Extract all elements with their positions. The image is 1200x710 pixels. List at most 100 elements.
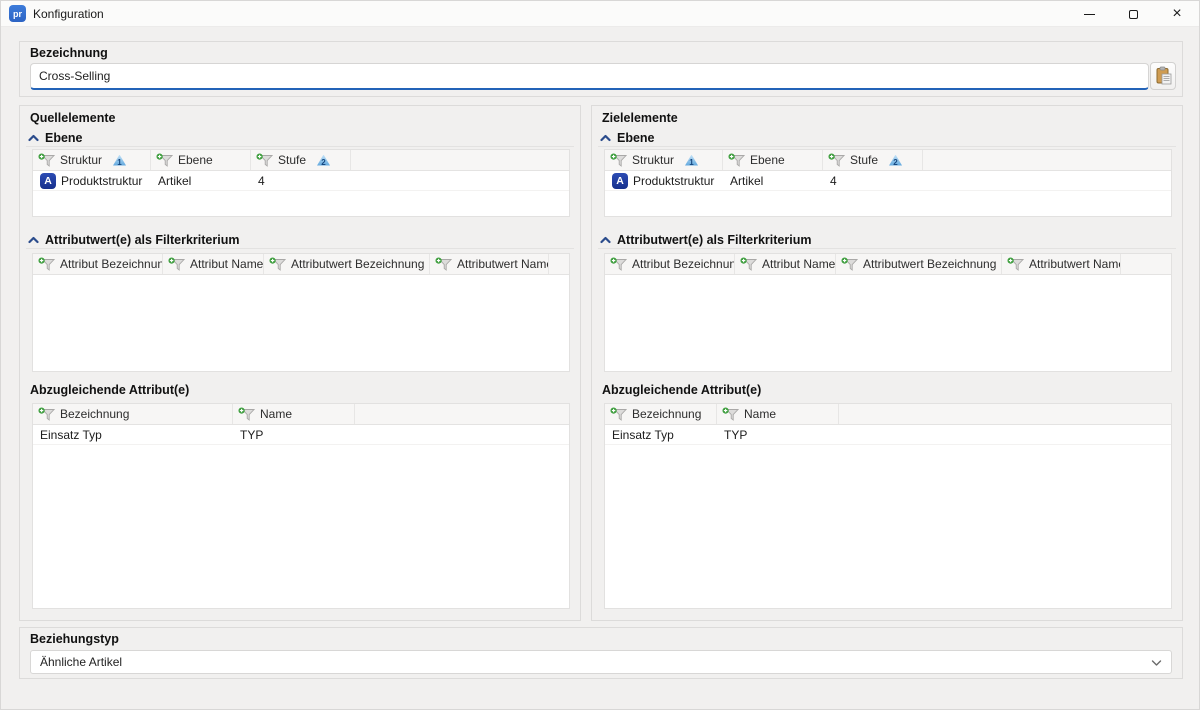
column-header-attributwert-bezeichnung[interactable]: Attributwert Bezeichnung — [836, 254, 1002, 274]
column-header-attribut-bezeichnung[interactable]: Attribut Bezeichnung — [33, 254, 163, 274]
column-header-struktur[interactable]: Struktur 1 — [33, 150, 151, 170]
filter-icon[interactable] — [435, 257, 452, 271]
filter-icon[interactable] — [38, 257, 55, 271]
column-header-struktur[interactable]: Struktur 1 — [605, 150, 723, 170]
column-header-bezeichnung[interactable]: Bezeichnung — [33, 404, 233, 424]
column-header-filler — [1121, 254, 1171, 274]
column-header-attribut-name[interactable]: Attribut Name — [163, 254, 264, 274]
ebene-section-header[interactable]: Ebene — [26, 129, 574, 147]
attributes-table-header: Bezeichnung Name — [605, 404, 1171, 425]
filter-icon[interactable] — [256, 153, 273, 167]
clipboard-paste-icon — [1154, 66, 1173, 86]
filter-table-header: Attribut Bezeichnung Attribut Name Attri… — [33, 254, 569, 275]
column-header-stufe[interactable]: Stufe 2 — [251, 150, 351, 170]
column-label: Stufe — [850, 153, 878, 167]
article-type-icon: A — [612, 173, 628, 189]
abzugleichende-attribute-table: Bezeichnung Name Einsatz Typ TYP — [32, 403, 570, 609]
sort-order-icon: 1 — [685, 155, 698, 166]
column-header-attribut-name[interactable]: Attribut Name — [735, 254, 836, 274]
table-row[interactable]: AProduktstruktur Artikel 4 — [33, 171, 569, 191]
beziehungstyp-label: Beziehungstyp — [30, 632, 119, 646]
filter-icon[interactable] — [38, 153, 55, 167]
cell-name: TYP — [240, 428, 263, 442]
column-label: Ebene — [750, 153, 785, 167]
filter-icon[interactable] — [610, 257, 627, 271]
attributes-table-header: Bezeichnung Name — [33, 404, 569, 425]
window-title: Konfiguration — [33, 7, 104, 21]
close-button[interactable]: × — [1155, 1, 1199, 27]
attributes-section-label: Abzugleichende Attribut(e) — [30, 383, 189, 397]
ebene-table-header: Struktur 1 Ebene Stufe 2 — [605, 150, 1171, 171]
window-controls: × — [1067, 1, 1199, 27]
cell-ebene: Artikel — [158, 174, 191, 188]
column-label: Struktur — [60, 153, 102, 167]
filter-section-label: Attributwert(e) als Filterkriterium — [45, 233, 239, 247]
quellelemente-title: Quellelemente — [30, 111, 115, 125]
close-icon: × — [1172, 6, 1181, 22]
column-header-filler — [355, 404, 569, 424]
column-header-attributwert-name[interactable]: Attributwert Name — [1002, 254, 1121, 274]
table-row[interactable]: Einsatz Typ TYP — [33, 425, 569, 445]
konfiguration-window: pr Konfiguration × Bezeichnung Quellelem… — [0, 0, 1200, 710]
beziehungstyp-dropdown[interactable]: Ähnliche Artikel — [30, 650, 1172, 674]
filter-icon[interactable] — [610, 153, 627, 167]
cell-stufe: 4 — [258, 174, 265, 188]
column-header-bezeichnung[interactable]: Bezeichnung — [605, 404, 717, 424]
column-header-attributwert-bezeichnung[interactable]: Attributwert Bezeichnung — [264, 254, 430, 274]
column-label: Name — [260, 407, 292, 421]
filter-icon[interactable] — [38, 407, 55, 421]
filter-icon[interactable] — [238, 407, 255, 421]
column-label: Bezeichnung — [60, 407, 129, 421]
maximize-button[interactable] — [1111, 1, 1155, 27]
chevron-up-icon — [28, 236, 39, 244]
filter-icon[interactable] — [841, 257, 858, 271]
column-header-filler — [839, 404, 1171, 424]
column-label: Attributwert Bezeichnung — [863, 257, 996, 271]
article-type-icon: A — [40, 173, 56, 189]
filter-icon[interactable] — [610, 407, 627, 421]
filter-icon[interactable] — [728, 153, 745, 167]
table-row[interactable]: AProduktstruktur Artikel 4 — [605, 171, 1171, 191]
filter-section-header[interactable]: Attributwert(e) als Filterkriterium — [26, 231, 574, 249]
cell-stufe: 4 — [830, 174, 837, 188]
bezeichnung-input[interactable] — [30, 63, 1149, 90]
paste-button[interactable] — [1150, 62, 1176, 90]
beziehungstyp-selected-value: Ähnliche Artikel — [40, 655, 122, 669]
column-header-attributwert-name[interactable]: Attributwert Name — [430, 254, 549, 274]
column-label: Name — [744, 407, 776, 421]
minimize-icon — [1084, 14, 1095, 15]
table-row[interactable]: Einsatz Typ TYP — [605, 425, 1171, 445]
filter-icon[interactable] — [1007, 257, 1024, 271]
filter-icon[interactable] — [722, 407, 739, 421]
column-label: Attributwert Name — [1029, 257, 1121, 271]
column-header-ebene[interactable]: Ebene — [723, 150, 823, 170]
filter-section-header[interactable]: Attributwert(e) als Filterkriterium — [598, 231, 1176, 249]
column-label: Ebene — [178, 153, 213, 167]
minimize-button[interactable] — [1067, 1, 1111, 27]
filter-icon[interactable] — [828, 153, 845, 167]
attributes-section-label: Abzugleichende Attribut(e) — [602, 383, 761, 397]
ebene-section-header[interactable]: Ebene — [598, 129, 1176, 147]
column-header-name[interactable]: Name — [717, 404, 839, 424]
bezeichnung-groupbox: Bezeichnung — [19, 41, 1183, 97]
filter-table-header: Attribut Bezeichnung Attribut Name Attri… — [605, 254, 1171, 275]
column-header-name[interactable]: Name — [233, 404, 355, 424]
ebene-table-header: Struktur 1 Ebene Stufe 2 — [33, 150, 569, 171]
cell-struktur: Produktstruktur — [633, 174, 714, 188]
filter-icon[interactable] — [740, 257, 757, 271]
column-label: Attributwert Bezeichnung — [291, 257, 424, 271]
zielelemente-title: Zielelemente — [602, 111, 678, 125]
column-header-filler — [923, 150, 1171, 170]
filter-icon[interactable] — [269, 257, 286, 271]
filter-icon[interactable] — [168, 257, 185, 271]
column-header-ebene[interactable]: Ebene — [151, 150, 251, 170]
bezeichnung-label: Bezeichnung — [30, 46, 108, 60]
column-label: Attribut Name — [190, 257, 263, 271]
column-header-filler — [351, 150, 569, 170]
abzugleichende-attribute-table: Bezeichnung Name Einsatz Typ TYP — [604, 403, 1172, 609]
sort-order-icon: 2 — [889, 155, 902, 166]
cell-bezeichnung: Einsatz Typ — [612, 428, 674, 442]
filter-icon[interactable] — [156, 153, 173, 167]
column-header-attribut-bezeichnung[interactable]: Attribut Bezeichnung — [605, 254, 735, 274]
column-header-stufe[interactable]: Stufe 2 — [823, 150, 923, 170]
